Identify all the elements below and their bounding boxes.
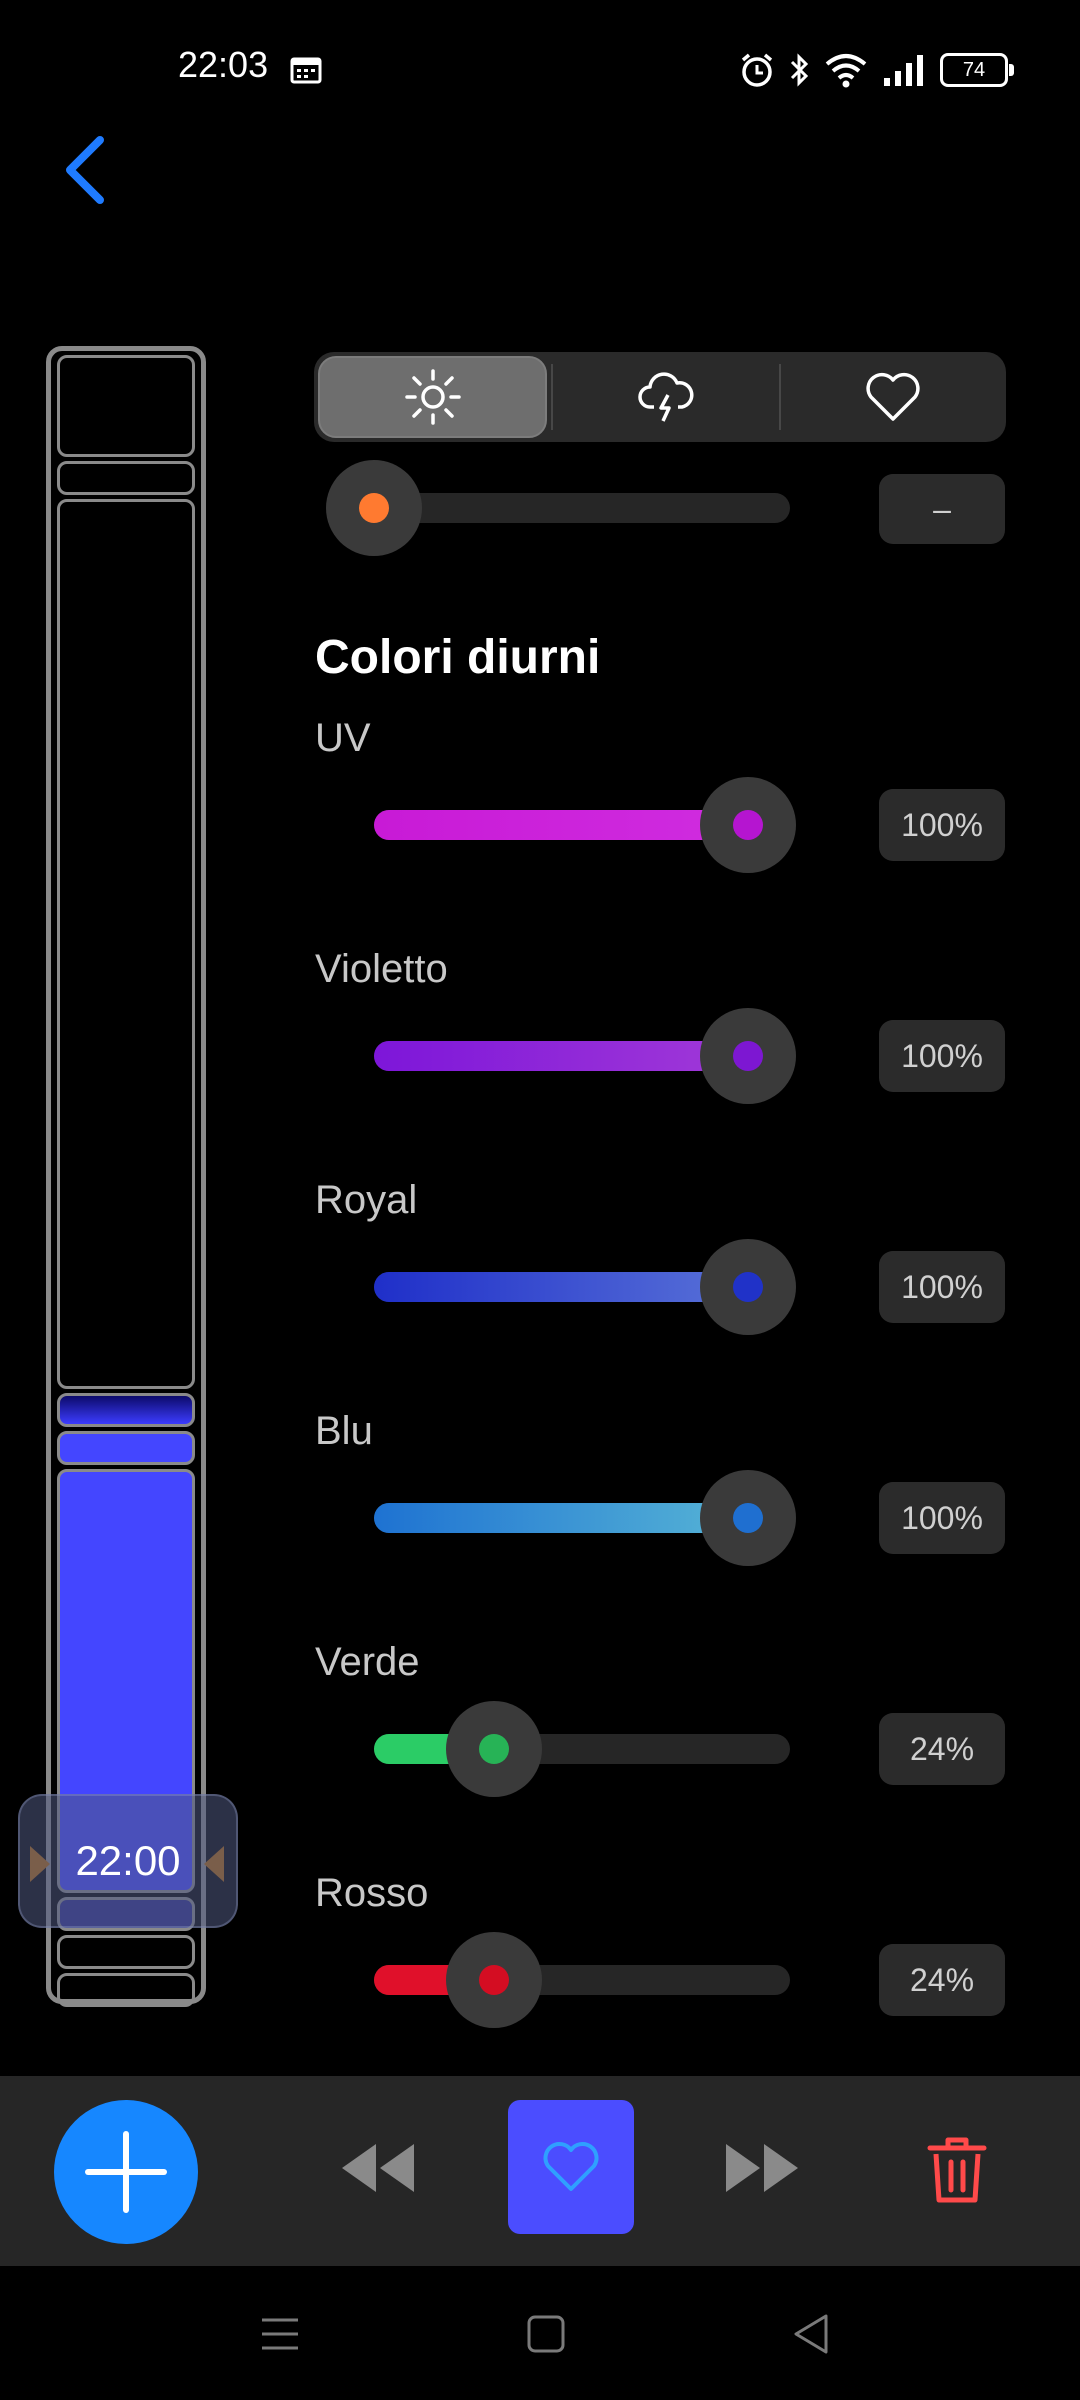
tab-storm[interactable] [553, 352, 778, 442]
timeline-segment[interactable] [57, 499, 195, 1389]
back-button[interactable] [56, 130, 116, 210]
heart-icon [543, 2142, 599, 2191]
channel-slider-knob-dot [733, 1041, 763, 1071]
top-slider-knob[interactable] [326, 460, 422, 556]
channel-slider-knob-dot [733, 1272, 763, 1302]
channel-slider-fill [374, 1041, 756, 1071]
top-slider-track[interactable] [374, 493, 790, 523]
favorite-button[interactable] [508, 2100, 634, 2234]
timeline-segment[interactable] [57, 355, 195, 457]
timeline-segment[interactable] [57, 1973, 195, 2007]
channel-slider-knob-dot [733, 1503, 763, 1533]
add-button[interactable] [54, 2100, 198, 2244]
back-nav-icon[interactable] [792, 2312, 832, 2356]
channel-value: 24% [879, 1944, 1005, 2016]
channel-slider-fill [374, 810, 756, 840]
mode-tabs [314, 352, 1006, 442]
top-slider-knob-dot [359, 493, 389, 523]
wifi-icon [825, 54, 867, 88]
top-slider-value: – [879, 474, 1005, 544]
channel-label: Verde [315, 1640, 420, 1684]
channel-label: Royal [315, 1178, 418, 1222]
timeline-segment[interactable] [57, 1393, 195, 1427]
channel-slider-track[interactable] [374, 1734, 790, 1764]
channel-value: 100% [879, 789, 1005, 861]
timeline-segment[interactable] [57, 1431, 195, 1465]
channel-slider-knob-dot [733, 810, 763, 840]
bluetooth-icon [790, 53, 809, 87]
tab-day[interactable] [318, 356, 548, 438]
channel-slider-knob-dot [479, 1965, 510, 1995]
section-title: Colori diurni [315, 631, 601, 684]
storm-icon [638, 372, 694, 422]
menu-nav-icon[interactable] [260, 2314, 300, 2354]
channel-value: 100% [879, 1020, 1005, 1092]
trash-icon[interactable] [924, 2134, 990, 2206]
plus-icon [85, 2131, 167, 2213]
channel-label: Rosso [315, 1871, 429, 1915]
channel-slider-knob[interactable] [446, 1701, 543, 1797]
channel-slider-knob-dot [479, 1734, 510, 1764]
fast-forward-icon[interactable] [722, 2140, 802, 2196]
channel-slider-knob[interactable] [700, 1470, 796, 1566]
rewind-icon[interactable] [338, 2140, 418, 2196]
timeline-segment[interactable] [57, 461, 195, 495]
channel-slider-fill [374, 1503, 756, 1533]
channel-label: UV [315, 716, 371, 760]
channel-value: 100% [879, 1251, 1005, 1323]
status-time: 22:03 [178, 44, 269, 85]
channel-value: 24% [879, 1713, 1005, 1785]
channel-slider-knob[interactable] [700, 1239, 796, 1335]
channel-slider-knob[interactable] [446, 1932, 543, 2028]
handle-right-arrow-icon [204, 1846, 224, 1882]
channel-label: Violetto [315, 947, 448, 991]
battery-indicator: 74 [940, 53, 1014, 87]
channel-slider-knob[interactable] [700, 1008, 796, 1104]
channel-label: Blu [315, 1409, 373, 1453]
day-timeline[interactable] [46, 346, 206, 2007]
alarm-icon [741, 53, 773, 87]
channel-slider-track[interactable] [374, 1965, 790, 1995]
handle-left-arrow-icon [30, 1846, 50, 1882]
channel-slider-fill [374, 1272, 756, 1302]
signal-icon [884, 55, 923, 86]
heart-icon [866, 372, 920, 421]
calendar-icon [290, 57, 322, 84]
channel-value: 100% [879, 1482, 1005, 1554]
sun-icon [404, 369, 461, 425]
channel-slider-knob[interactable] [700, 777, 796, 873]
status-icons: 74 [740, 50, 1014, 90]
timeline-segment[interactable] [57, 1935, 195, 1969]
home-nav-icon[interactable] [526, 2314, 566, 2354]
tab-favorites[interactable] [781, 352, 1006, 442]
timeline-time-label: 22:00 [75, 1837, 181, 1884]
